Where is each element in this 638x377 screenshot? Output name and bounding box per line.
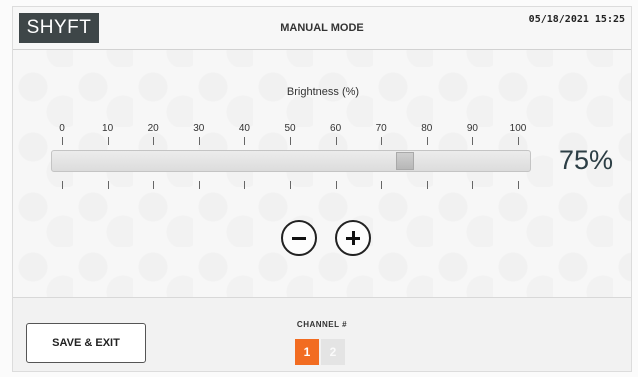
tick-label: 30 xyxy=(193,123,205,134)
datetime-display: 05/18/2021 15:25 xyxy=(528,14,625,25)
app-screen: SHYFT MANUAL MODE 05/18/2021 15:25 Brigh… xyxy=(12,6,632,372)
tick-label: 10 xyxy=(102,123,114,134)
tick-label: 20 xyxy=(147,123,159,134)
brightness-slider[interactable] xyxy=(51,150,531,172)
tick-mark xyxy=(335,181,337,189)
tick-mark xyxy=(518,181,519,189)
channel-2-button[interactable]: 2 xyxy=(321,339,345,365)
slider-thumb[interactable] xyxy=(396,152,414,170)
tick-mark xyxy=(153,181,155,189)
tick-mark xyxy=(426,137,428,145)
tick-label: 100 xyxy=(509,123,527,134)
tick-mark xyxy=(290,137,291,145)
tick-mark xyxy=(244,137,246,145)
increase-button[interactable] xyxy=(335,220,371,256)
tick-mark xyxy=(335,137,337,145)
brightness-panel: Brightness (%) 0 10 20 30 40 50 60 70 80 90 100 75… xyxy=(13,50,631,284)
header-bar: SHYFT MANUAL MODE 05/18/2021 15:25 xyxy=(13,7,631,50)
brightness-value: 75% xyxy=(559,145,614,175)
tick-mark xyxy=(107,181,109,189)
tick-label: 90 xyxy=(466,123,478,134)
tick-mark xyxy=(198,181,200,189)
tick-mark xyxy=(426,181,428,189)
tick-mark xyxy=(198,137,200,145)
tick-mark xyxy=(107,137,109,145)
tick-mark xyxy=(381,181,383,189)
plus-icon xyxy=(346,231,360,245)
tick-mark xyxy=(244,181,246,189)
tick-label: 70 xyxy=(375,123,387,134)
channel-1-button[interactable]: 1 xyxy=(295,339,319,365)
footer-bar: SAVE & EXIT CHANNEL # 1 2 xyxy=(13,297,631,371)
slider-label: Brightness (%) xyxy=(286,86,360,98)
minus-icon xyxy=(292,236,306,240)
tick-label: 80 xyxy=(421,123,433,134)
tick-mark xyxy=(62,181,63,189)
decrease-button[interactable] xyxy=(281,220,317,256)
tick-mark xyxy=(381,137,383,145)
tick-mark xyxy=(472,137,474,145)
tick-mark xyxy=(62,137,63,145)
tick-label: 60 xyxy=(330,123,342,134)
channel-label: CHANNEL # xyxy=(296,320,348,329)
tick-label: 40 xyxy=(238,123,250,134)
tick-mark xyxy=(153,137,155,145)
tick-label: 50 xyxy=(284,123,296,134)
tick-label: 0 xyxy=(59,123,65,134)
tick-mark xyxy=(290,181,291,189)
tick-mark xyxy=(472,181,474,189)
save-exit-button[interactable]: SAVE & EXIT xyxy=(26,323,146,363)
tick-mark xyxy=(518,137,519,145)
